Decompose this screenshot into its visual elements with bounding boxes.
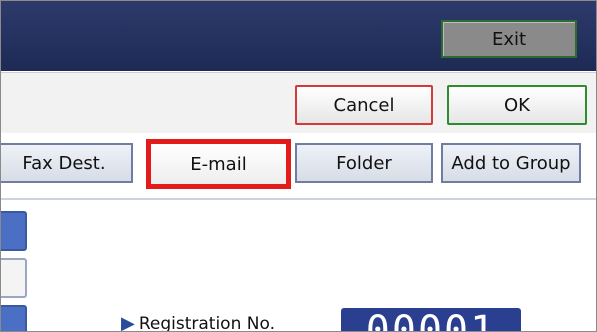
title-bar: Exit [1,1,596,71]
destination-type-tabs: Fax Dest. E-mail Folder Add to Group [1,133,596,203]
divider [1,198,596,200]
ok-button[interactable]: OK [447,85,587,125]
cancel-button[interactable]: Cancel [295,85,433,125]
tab-fax-dest[interactable]: Fax Dest. [1,143,133,183]
screen-frame: Exit Cancel OK Fax Dest. E-mail Folder A… [0,0,597,332]
action-bar: Cancel OK [1,72,596,134]
registration-number: 00001 [341,308,521,331]
side-tab-1[interactable] [1,211,27,251]
registration-label: ▶ Registration No. [121,313,275,332]
side-tab-2[interactable] [1,258,27,298]
exit-button[interactable]: Exit [441,20,577,58]
tab-email[interactable]: E-mail [146,139,291,189]
tab-folder[interactable]: Folder [295,143,433,183]
registration-label-text: Registration No. [138,313,275,332]
tab-add-to-group[interactable]: Add to Group [441,143,581,183]
side-tab-3[interactable] [1,305,27,331]
right-arrow-icon: ▶ [121,313,135,332]
